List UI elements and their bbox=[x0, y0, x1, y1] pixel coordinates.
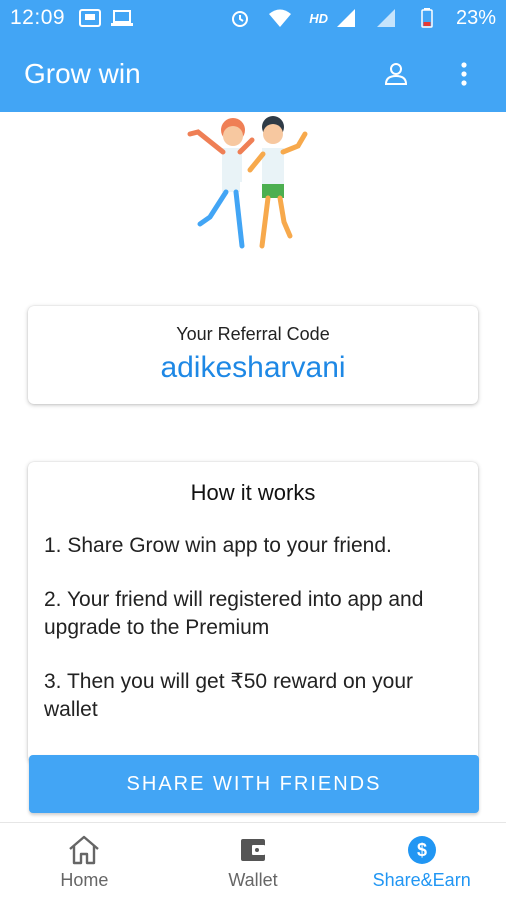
friends-illustration bbox=[180, 112, 330, 252]
how-it-works-card: How it works 1. Share Grow win app to yo… bbox=[28, 462, 478, 762]
step-item: 1. Share Grow win app to your friend. bbox=[44, 534, 392, 557]
screen-notification-icon bbox=[79, 8, 102, 28]
nav-label-wallet: Wallet bbox=[228, 870, 278, 890]
wallet-icon bbox=[235, 832, 271, 868]
status-bar: 12:09 HD 23% bbox=[0, 0, 506, 36]
referral-card: Your Referral Code adikesharvani bbox=[28, 306, 478, 404]
wifi-icon bbox=[269, 8, 292, 28]
battery-icon bbox=[416, 8, 438, 28]
more-vert-icon[interactable] bbox=[444, 54, 484, 94]
laptop-notification-icon bbox=[111, 8, 134, 28]
account-icon[interactable] bbox=[376, 54, 416, 94]
step-item: 2. Your friend will registered into app … bbox=[44, 588, 424, 639]
referral-code[interactable]: adikesharvani bbox=[28, 351, 478, 385]
battery-percentage: 23% bbox=[455, 6, 496, 29]
status-time: 12:09 bbox=[10, 6, 66, 29]
nav-label-home: Home bbox=[60, 870, 109, 890]
signal-icon bbox=[336, 8, 358, 28]
signal-icon bbox=[376, 8, 398, 28]
hd-label: HD bbox=[309, 10, 328, 26]
bottom-navigation: Home Wallet $ Share&Earn bbox=[0, 822, 506, 900]
app-bar: Grow win bbox=[0, 36, 506, 112]
dollar-icon: $ bbox=[404, 832, 440, 868]
nav-label-share-earn: Share&Earn bbox=[372, 870, 471, 890]
step-item: 3. Then you will get ₹50 reward on your … bbox=[44, 670, 414, 721]
how-it-works-title: How it works bbox=[190, 480, 316, 505]
nav-item-share-earn[interactable]: $ Share&Earn bbox=[337, 823, 506, 900]
home-icon bbox=[66, 832, 102, 868]
nav-item-home[interactable]: Home bbox=[0, 823, 169, 900]
svg-text:$: $ bbox=[417, 840, 427, 860]
share-with-friends-button[interactable]: SHARE WITH FRIENDS bbox=[29, 755, 479, 813]
referral-label: Your Referral Code bbox=[176, 324, 330, 344]
nav-item-wallet[interactable]: Wallet bbox=[169, 823, 338, 900]
app-title: Grow win bbox=[24, 58, 141, 89]
alarm-icon bbox=[229, 8, 251, 28]
